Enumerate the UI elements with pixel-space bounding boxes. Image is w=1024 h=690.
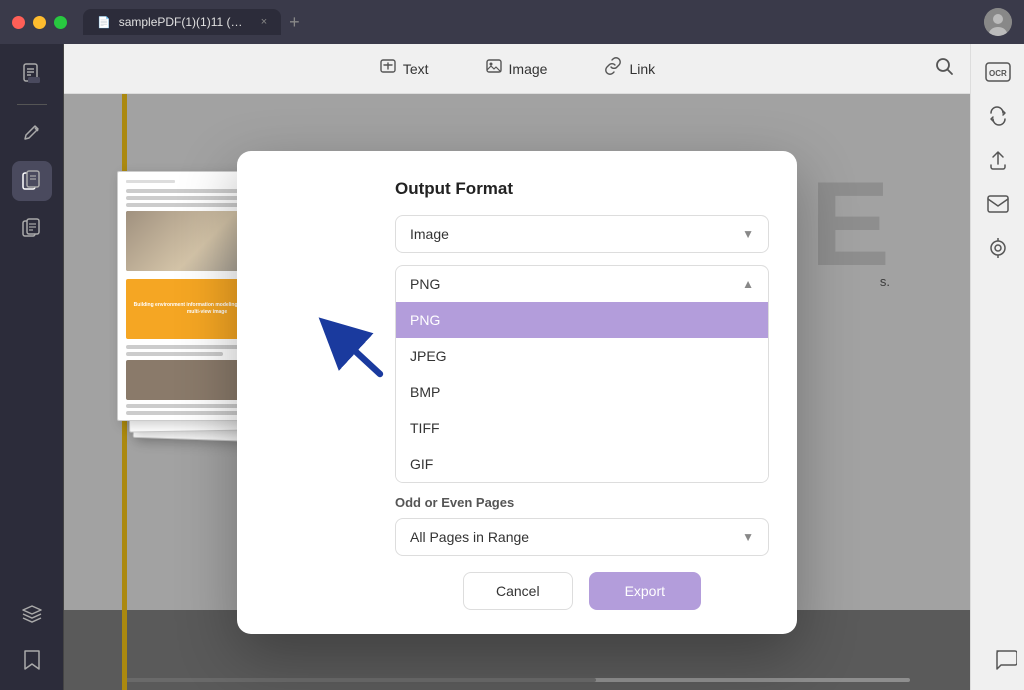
range-dropdown-arrow: ▼ xyxy=(742,530,754,544)
minimize-button[interactable] xyxy=(33,16,46,29)
cancel-button[interactable]: Cancel xyxy=(463,572,573,610)
toolbar-text[interactable]: Text xyxy=(367,51,441,86)
text-icon xyxy=(379,57,397,80)
dialog-content: Output Format Image ▼ PNG ▲ xyxy=(395,179,769,610)
sidebar-icon-document[interactable] xyxy=(12,54,52,94)
image-icon xyxy=(485,57,503,80)
type-dropdown-value: PNG xyxy=(410,276,440,292)
dialog-container: Building environment information modelin… xyxy=(237,151,797,634)
page-content: E s. the point, which is also a point wo… xyxy=(64,94,970,690)
option-png[interactable]: PNG xyxy=(396,302,768,338)
chat-icon[interactable] xyxy=(988,642,1024,678)
type-dropdown-options: PNG JPEG BMP TIFF GIF xyxy=(395,302,769,483)
tab-title: samplePDF(1)(1)11 (SECU… xyxy=(119,15,249,29)
pdf-line xyxy=(126,411,239,415)
option-bmp[interactable]: BMP xyxy=(396,374,768,410)
right-icon-ocr[interactable]: OCR xyxy=(980,54,1016,90)
option-tiff[interactable]: TIFF xyxy=(396,410,768,446)
sidebar-divider xyxy=(17,104,47,105)
sidebar-icon-security[interactable] xyxy=(12,207,52,247)
link-icon xyxy=(603,57,623,80)
range-dropdown-value: All Pages in Range xyxy=(410,529,529,545)
dialog-buttons: Cancel Export xyxy=(395,572,769,610)
toolbar-link[interactable]: Link xyxy=(591,51,667,86)
format-dropdown-arrow: ▼ xyxy=(742,227,754,241)
pdf-line xyxy=(126,203,239,207)
option-gif[interactable]: GIF xyxy=(396,446,768,482)
sidebar-icon-pages[interactable] xyxy=(12,161,52,201)
right-icon-convert[interactable] xyxy=(980,98,1016,134)
odd-even-label: Odd or Even Pages xyxy=(395,495,769,510)
right-icon-share[interactable] xyxy=(980,142,1016,178)
toolbar-image[interactable]: Image xyxy=(473,51,560,86)
toolbar-image-label: Image xyxy=(509,61,548,77)
sidebar-icon-layers[interactable] xyxy=(12,594,52,634)
modal-overlay: Building environment information modelin… xyxy=(64,94,970,690)
avatar[interactable] xyxy=(984,8,1012,36)
export-button[interactable]: Export xyxy=(589,572,701,610)
dialog-title: Output Format xyxy=(395,179,769,199)
maximize-button[interactable] xyxy=(54,16,67,29)
right-icon-mail[interactable] xyxy=(980,186,1016,222)
export-dialog: Output Format Image ▼ PNG ▲ xyxy=(237,151,797,634)
tab-close-button[interactable]: × xyxy=(261,16,267,28)
tab-bar: 📄 samplePDF(1)(1)11 (SECU… × + xyxy=(83,9,984,35)
traffic-lights xyxy=(12,16,67,29)
toolbar-text-label: Text xyxy=(403,61,429,77)
toolbar: Text Image xyxy=(64,44,970,94)
active-tab[interactable]: 📄 samplePDF(1)(1)11 (SECU… × xyxy=(83,9,281,35)
right-sidebar: OCR xyxy=(970,44,1024,690)
svg-text:OCR: OCR xyxy=(989,69,1007,78)
app-body: Text Image xyxy=(0,44,1024,690)
pdf-line xyxy=(126,352,223,356)
toolbar-link-label: Link xyxy=(629,61,655,77)
format-dropdown[interactable]: Image ▼ xyxy=(395,215,769,253)
new-tab-button[interactable]: + xyxy=(289,12,300,33)
left-sidebar xyxy=(0,44,64,690)
blue-arrow xyxy=(312,306,392,386)
type-dropdown-arrow: ▲ xyxy=(742,277,754,291)
close-button[interactable] xyxy=(12,16,25,29)
type-dropdown[interactable]: PNG ▲ xyxy=(395,265,769,302)
content-area: Text Image xyxy=(64,44,970,690)
range-dropdown[interactable]: All Pages in Range ▼ xyxy=(395,518,769,556)
option-jpeg[interactable]: JPEG xyxy=(396,338,768,374)
right-icon-scan[interactable] xyxy=(980,230,1016,266)
search-icon[interactable] xyxy=(934,56,954,81)
pdf-header-line5 xyxy=(126,180,175,183)
sidebar-icon-bookmark[interactable] xyxy=(12,640,52,680)
title-bar: 📄 samplePDF(1)(1)11 (SECU… × + xyxy=(0,0,1024,44)
format-dropdown-value: Image xyxy=(410,226,449,242)
sidebar-icon-edit[interactable] xyxy=(12,115,52,155)
